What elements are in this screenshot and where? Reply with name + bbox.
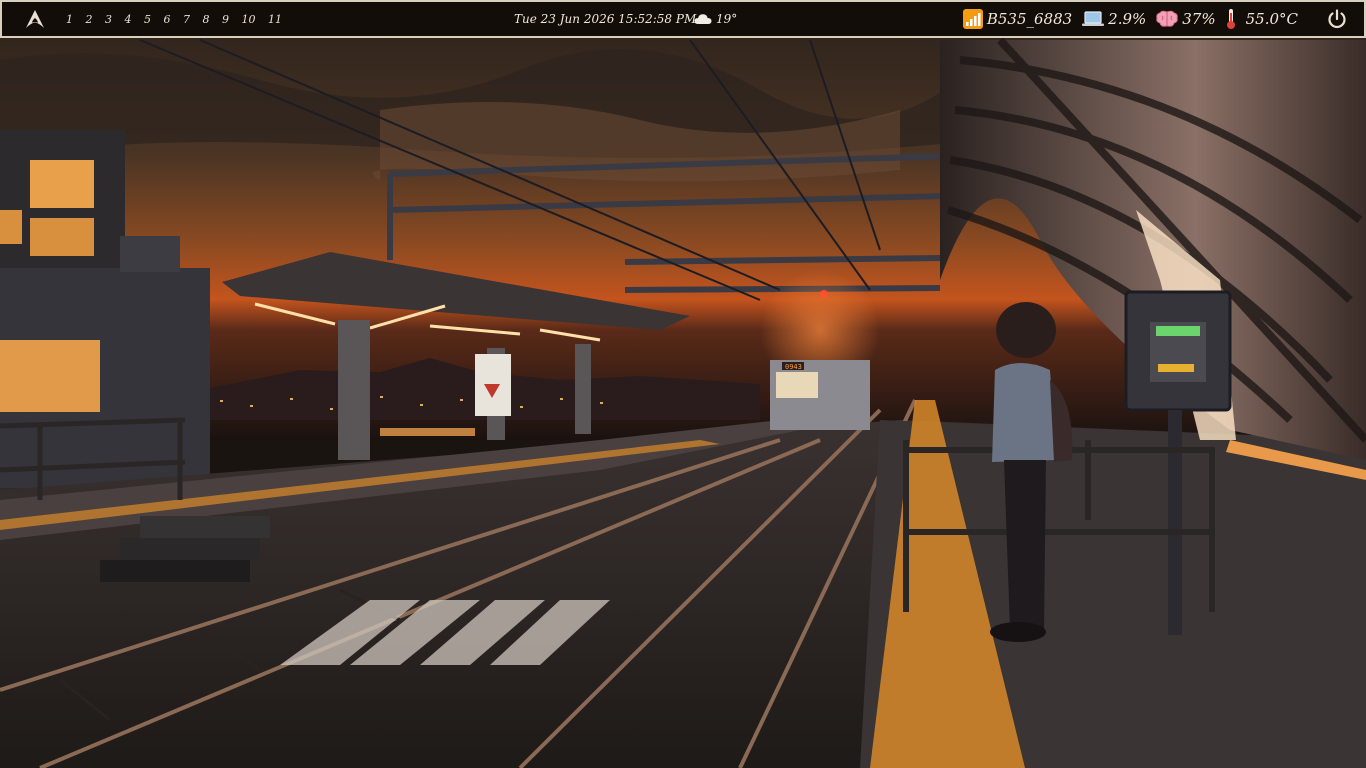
- memory-usage: 37%: [1182, 10, 1216, 28]
- workspace-4[interactable]: 4: [125, 13, 132, 26]
- workspace-8[interactable]: 8: [203, 13, 210, 26]
- workspace-switcher: 1 2 3 4 5 6 7 8 9 10 11: [66, 2, 295, 36]
- thermometer-icon: [1226, 8, 1236, 30]
- wifi-signal-icon: [962, 9, 983, 29]
- workspace-1[interactable]: 1: [66, 13, 73, 26]
- workspace-2[interactable]: 2: [86, 13, 93, 26]
- wifi-widget[interactable]: B535_6883: [962, 9, 1073, 29]
- wifi-ssid: B535_6883: [986, 10, 1073, 28]
- desktop-wallpaper: 0943: [0, 0, 1366, 768]
- svg-text:0943: 0943: [785, 363, 802, 371]
- clock[interactable]: Tue 23 Jun 2026 15:52:58 PM: [514, 2, 696, 36]
- laptop-icon: [1082, 11, 1105, 27]
- memory-widget[interactable]: 37%: [1156, 10, 1216, 28]
- workspace-6[interactable]: 6: [164, 13, 171, 26]
- workspace-7[interactable]: 7: [183, 13, 190, 26]
- cpu-temperature: 55.0°C: [1245, 10, 1298, 28]
- workspace-10[interactable]: 10: [242, 13, 256, 26]
- top-status-bar: 1 2 3 4 5 6 7 8 9 10 11 Tue 23 Jun 2026 …: [0, 0, 1366, 38]
- workspace-9[interactable]: 9: [222, 13, 229, 26]
- cpu-usage: 2.9%: [1108, 10, 1147, 28]
- workspace-11[interactable]: 11: [268, 13, 282, 26]
- brain-icon: [1156, 10, 1178, 28]
- weather-widget[interactable]: 19°: [694, 2, 737, 36]
- temperature-widget[interactable]: 55.0°C: [1226, 8, 1298, 30]
- system-tray: B535_6883 2.9% 37% 55.0°C: [962, 2, 1364, 36]
- cpu-widget[interactable]: 2.9%: [1082, 10, 1146, 28]
- power-icon[interactable]: [1326, 8, 1348, 30]
- workspace-5[interactable]: 5: [144, 13, 151, 26]
- weather-temperature: 19°: [716, 12, 738, 26]
- cloud-icon: [694, 13, 716, 25]
- workspace-3[interactable]: 3: [105, 13, 112, 26]
- arch-linux-icon[interactable]: [24, 8, 46, 30]
